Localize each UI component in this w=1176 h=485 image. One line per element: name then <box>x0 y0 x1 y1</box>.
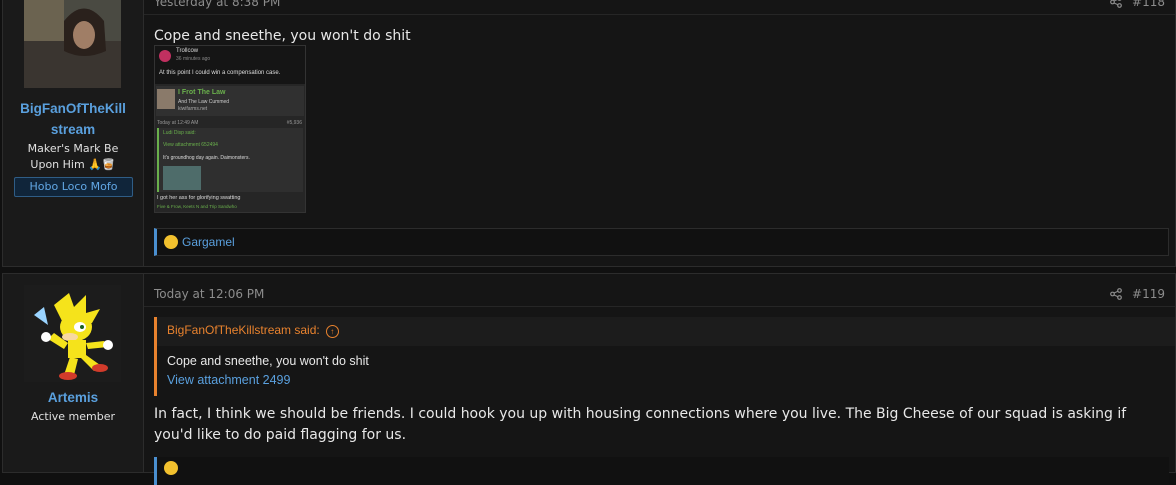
embed-quote-said: Ludi Disp said: <box>163 130 196 136</box>
post-meta: Today at 12:06 PM #119 <box>154 287 1165 305</box>
post-number[interactable]: #118 <box>1132 0 1165 9</box>
embed-top-section: Trollcow 36 minutes ago At this point I … <box>155 46 305 84</box>
embed-quote-text: It's groundhog day again. Daimonsters. <box>163 155 250 161</box>
laughing-emoji-icon <box>164 461 178 475</box>
meta-divider <box>144 306 1175 307</box>
reaction-user[interactable]: Gargamel <box>182 235 235 249</box>
username-line-1[interactable]: BigFanOfTheKill <box>3 99 143 119</box>
quote-attribution[interactable]: BigFanOfTheKillstream said: <box>167 323 320 337</box>
embed-top-time: 36 minutes ago <box>176 56 210 62</box>
arrow-up-icon[interactable]: ↑ <box>326 325 339 338</box>
user-title-line-1: Maker's Mark Be <box>3 141 143 157</box>
embed-quote-image <box>163 166 201 190</box>
embed-quote: Ludi Disp said: View attachment 652494 I… <box>157 128 303 192</box>
avatar[interactable] <box>24 0 121 88</box>
embed-bottom-reacts: Five & Frow, Keets N and Trip Sandwho <box>157 204 237 209</box>
user-title-line-2: Upon Him 🙏🥃 <box>3 157 143 173</box>
embed-link-card: I Frot The Law And The Law Cummed kiwifa… <box>156 86 304 116</box>
reactions-bar[interactable]: Gargamel <box>154 228 1169 256</box>
embed-inner-number: #5,936 <box>287 120 302 126</box>
embed-top-text: At this point I could win a compensation… <box>159 70 280 76</box>
embed-inner-date: Today at 12:49 AM <box>157 120 198 126</box>
post-meta: Yesterday at 8:38 PM #118 <box>154 0 1165 13</box>
post-119: Artemis Active member Today at 12:06 PM … <box>2 273 1176 473</box>
post-number[interactable]: #119 <box>1132 287 1165 301</box>
embed-link-thumb <box>157 89 175 109</box>
quote-attachment-link[interactable]: View attachment 2499 <box>167 373 290 387</box>
quote-block: BigFanOfTheKillstream said: ↑ Cope and sn… <box>154 317 1175 396</box>
quote-header[interactable]: BigFanOfTheKillstream said: ↑ <box>157 317 1175 346</box>
embed-link-site: kiwifarms.net <box>178 106 207 112</box>
quote-text: Cope and sneethe, you won't do shit <box>167 354 369 368</box>
embed-avatar <box>159 50 171 62</box>
embed-top-user: Trollcow <box>176 48 198 54</box>
post-date[interactable]: Today at 12:06 PM <box>154 287 264 301</box>
post-body: In fact, I think we should be friends. I… <box>154 404 1159 446</box>
avatar[interactable] <box>24 285 121 382</box>
share-icon[interactable] <box>1110 0 1122 8</box>
embed-quote-link: View attachment 652494 <box>163 142 218 148</box>
reactions-bar[interactable] <box>154 457 1169 485</box>
post-actions: #118 <box>1110 0 1165 9</box>
username[interactable]: Artemis <box>3 388 143 408</box>
embed-bottom-text: I got her ass for glorifying swatting <box>157 195 240 201</box>
quote-attribution-wrap[interactable]: BigFanOfTheKillstream said: ↑ <box>167 323 339 338</box>
post-author-sidebar: Artemis Active member <box>3 274 144 472</box>
embed-link-title: I Frot The Law <box>178 89 225 96</box>
post-date[interactable]: Yesterday at 8:38 PM <box>154 0 280 9</box>
post-author-sidebar: BigFanOfTheKill stream Maker's Mark Be U… <box>3 0 144 266</box>
share-icon[interactable] <box>1110 288 1122 300</box>
user-title: Active member <box>3 409 143 425</box>
user-banner: Hobo Loco Mofo <box>14 177 133 197</box>
post-118: BigFanOfTheKill stream Maker's Mark Be U… <box>2 0 1176 267</box>
embed-link-sub: And The Law Cummed <box>178 99 229 105</box>
attachment-thumbnail[interactable]: Trollcow 36 minutes ago At this point I … <box>154 45 306 213</box>
post-main: Yesterday at 8:38 PM #118 Cope and sneet… <box>144 0 1175 266</box>
post-main: Today at 12:06 PM #119 BigFanOfTheKillst… <box>144 274 1175 472</box>
laughing-emoji-icon <box>164 235 178 249</box>
username-line-2[interactable]: stream <box>3 120 143 140</box>
post-actions: #119 <box>1110 287 1165 301</box>
post-body: Cope and sneethe, you won't do shit <box>154 26 1159 47</box>
meta-divider <box>144 14 1175 15</box>
